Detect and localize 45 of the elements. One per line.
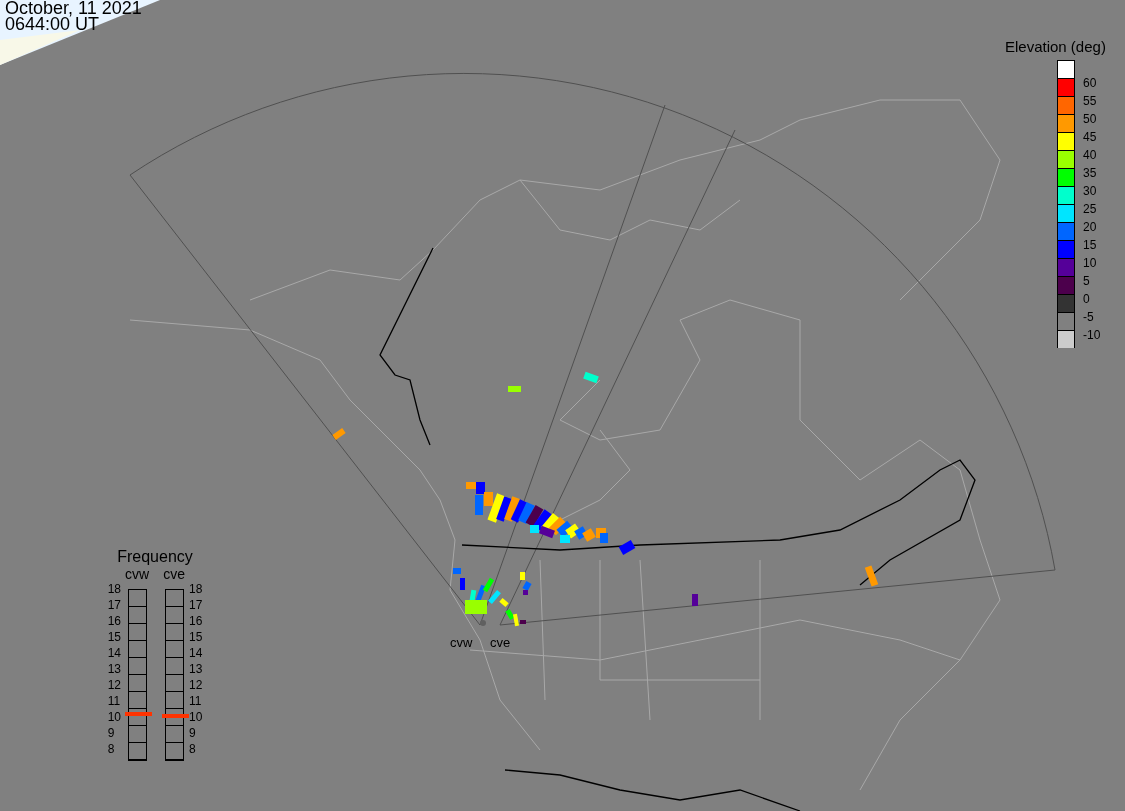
scale-label: 20 xyxy=(1083,220,1097,234)
tick-label: 14 xyxy=(188,645,203,662)
legend-title: Elevation (deg) xyxy=(1005,38,1106,55)
frequency-title: Frequency xyxy=(117,548,193,566)
tick-label: 11 xyxy=(188,693,203,710)
tick-label: 16 xyxy=(107,613,122,630)
tick-label: 8 xyxy=(107,741,116,758)
scale-label: 15 xyxy=(1083,238,1097,252)
radar-name: cve xyxy=(163,566,185,582)
tick-label: 12 xyxy=(188,677,203,694)
tick-label: 15 xyxy=(107,629,122,646)
tick-label: 14 xyxy=(107,645,122,662)
scale-label: 40 xyxy=(1083,148,1097,162)
radar-label: cvw xyxy=(450,635,473,650)
scale-label: 0 xyxy=(1083,292,1090,306)
tick-label: 12 xyxy=(107,677,122,694)
tick-label: 9 xyxy=(188,725,197,742)
scale-label: 55 xyxy=(1083,94,1097,108)
tick-label: 18 xyxy=(107,581,122,598)
scale-label: 30 xyxy=(1083,184,1097,198)
scale-label: -5 xyxy=(1083,310,1094,324)
scale-label: 35 xyxy=(1083,166,1097,180)
scale-label: 5 xyxy=(1083,274,1090,288)
tick-label: 13 xyxy=(107,661,122,678)
radar-name: cvw xyxy=(125,566,150,582)
tick-label: 13 xyxy=(188,661,203,678)
radar-label: cve xyxy=(490,635,511,650)
scale-label: -10 xyxy=(1083,328,1101,342)
tick-label: 10 xyxy=(188,709,203,726)
scale-label: 25 xyxy=(1083,202,1097,216)
tick-label: 15 xyxy=(188,629,203,646)
scale-label: 10 xyxy=(1083,256,1097,270)
tick-label: 17 xyxy=(107,597,122,614)
tick-label: 9 xyxy=(107,725,116,742)
tick-label: 11 xyxy=(107,693,122,710)
scale-label: 60 xyxy=(1083,76,1097,90)
tick-label: 8 xyxy=(188,741,197,758)
tick-label: 17 xyxy=(188,597,203,614)
scale-label: 45 xyxy=(1083,130,1097,144)
tick-label: 18 xyxy=(188,581,203,598)
tick-label: 10 xyxy=(107,709,122,726)
date-text: October, 11 2021 xyxy=(5,0,142,16)
time-text: 0644:00 UT xyxy=(5,16,101,32)
scale-label: 50 xyxy=(1083,112,1097,126)
tick-label: 16 xyxy=(188,613,203,630)
